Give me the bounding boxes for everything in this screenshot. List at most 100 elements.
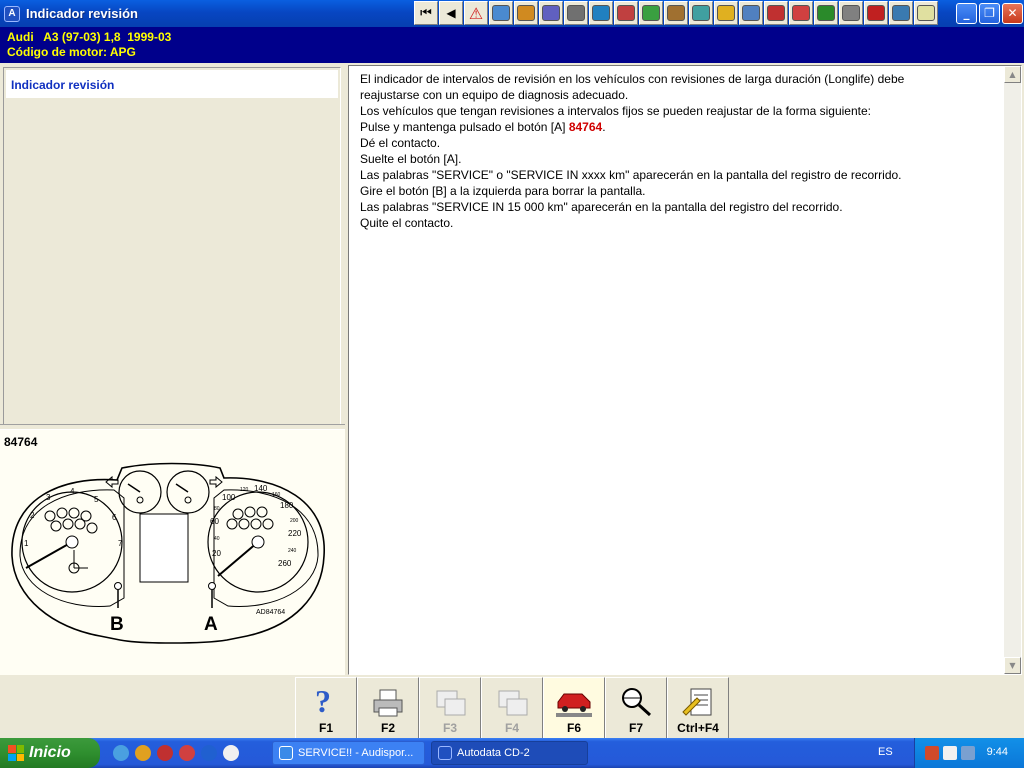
notes-toolbar-button[interactable] [914,1,938,25]
service-icon [817,5,835,21]
tools-toolbar-button[interactable] [514,1,538,25]
messenger-icon[interactable] [135,745,151,761]
gauge-toolbar-button[interactable] [839,1,863,25]
quick-launch [113,745,239,761]
vehicle-model: Audi A3 (97-03) 1,8 1999-03 [7,30,172,44]
task-label: Autodata CD-2 [457,747,530,759]
tacho-label: 3 [46,493,51,502]
language-indicator[interactable]: ES [878,746,893,758]
warning-toolbar-button[interactable]: ⚠ [464,1,488,25]
window-title: Indicador revisión [26,6,138,21]
topic-item[interactable]: Indicador revisión [6,70,338,98]
zone-icon[interactable] [943,746,957,760]
airbag-toolbar-button[interactable] [764,1,788,25]
tacho-label: 7 [118,539,123,548]
engine-toolbar-button[interactable] [539,1,563,25]
f6-label: F6 [566,721,581,735]
instructions-text: El indicador de intervalos de revisión e… [360,71,1000,231]
function-key-bar: ? F1 F2 F3 F4 F6 F7 Ctrl+F4 [295,677,729,739]
text-segment: Pulse y mantenga pulsado el botón [A] [360,120,569,134]
notes-icon [682,688,712,716]
scroll-down-button[interactable]: ▼ [1004,657,1021,674]
search-icon [622,688,652,717]
vertical-scrollbar[interactable]: ▲ ▼ [1004,66,1021,674]
radiator-toolbar-button[interactable] [739,1,763,25]
map-toolbar-button[interactable] [489,1,513,25]
volume-icon[interactable] [961,746,975,760]
injector-toolbar-button[interactable] [689,1,713,25]
hazard-toolbar-button[interactable] [864,1,888,25]
restore-button[interactable]: ❐ [979,3,1000,24]
system-tray: 9:44 [914,738,1024,768]
spark-toolbar-button[interactable] [589,1,613,25]
f6-button[interactable]: F6 [543,677,605,739]
diagram-number: 84764 [4,435,38,449]
ctrl-f4-button[interactable]: Ctrl+F4 [667,677,729,739]
button-a-label: A [204,614,218,635]
car-lift-toolbar-button[interactable] [664,1,688,25]
player-icon[interactable] [223,745,239,761]
text-line: Las palabras "SERVICE IN 15 000 km" apar… [360,200,843,214]
transmission-toolbar-button[interactable] [889,1,913,25]
car-lift-icon [667,5,685,21]
speedo-small-label: 240 [288,548,297,554]
speedo-label: 20 [212,549,221,558]
network-icon[interactable] [925,746,939,760]
wheel-toolbar-button[interactable] [564,1,588,25]
service-toolbar-button[interactable] [814,1,838,25]
figure-reference-link[interactable]: 84764 [569,120,602,134]
text-segment: . [602,120,606,134]
tacho-label: 1 [24,539,29,548]
injector-icon [692,5,710,21]
clock: 9:44 [986,746,1008,758]
brake-toolbar-button[interactable] [789,1,813,25]
tacho-label: 4 [70,487,75,496]
f1-label: F1 [318,721,333,735]
f7-label: F7 [628,721,643,735]
back-toolbar-button[interactable]: ◀ [439,1,463,25]
battery-toolbar-button[interactable] [614,1,638,25]
wheel-icon [567,5,585,21]
speedo-small-label: 160 [272,492,281,498]
copy-icon [436,690,466,716]
left-panel: Indicador revisión 84764 1 2 3 4 5 6 7 2… [0,63,345,675]
door-icon [642,5,660,21]
f7-search-button[interactable]: F7 [605,677,667,739]
scroll-up-button[interactable]: ▲ [1004,66,1021,83]
belt-icon [717,5,735,21]
speedo-label: 60 [210,517,219,526]
instrument-cluster-diagram: 1 2 3 4 5 6 7 20 60 100 140 180 220 260 [11,462,325,644]
browser-icon[interactable] [201,745,217,761]
vehicle-info-bar: Audi A3 (97-03) 1,8 1999-03 Código de mo… [0,27,1024,63]
minimize-button[interactable]: _ [956,3,977,24]
f1-help-button[interactable]: ? F1 [295,677,357,739]
gauge-icon [842,5,860,21]
diagram-panel: 84764 1 2 3 4 5 6 7 20 60 100 140 180 22… [0,430,345,675]
start-button[interactable]: Inicio [0,738,100,768]
speedo-small-label: 120 [240,487,249,493]
text-line: reajustarse con un equipo de diagnosis a… [360,88,629,102]
f3-label: F3 [442,721,457,735]
app-icon[interactable]: A [4,5,20,22]
taskbar-button-autodata[interactable]: Autodata CD-2 [431,741,588,765]
f3-button[interactable]: F3 [419,677,481,739]
ie-icon[interactable] [113,745,129,761]
first-toolbar-button[interactable]: ⏮ [414,1,438,25]
app-icon[interactable] [157,745,173,761]
toolbar: ⏮ ◀ ⚠ [414,1,938,25]
door-toolbar-button[interactable] [639,1,663,25]
notes-icon [917,5,935,21]
f2-print-button[interactable]: F2 [357,677,419,739]
print-icon [373,689,403,717]
f4-button[interactable]: F4 [481,677,543,739]
text-line: Las palabras "SERVICE" o "SERVICE IN xxx… [360,168,902,182]
media-icon[interactable] [179,745,195,761]
ie-icon [279,746,293,760]
belt-toolbar-button[interactable] [714,1,738,25]
close-button[interactable]: ✕ [1002,3,1023,24]
taskbar-button-browser[interactable]: SERVICE!! - Audispor... [272,741,425,765]
topic-list: Indicador revisión [3,67,341,425]
svg-text:?: ? [315,684,331,718]
text-line: Quite el contacto. [360,216,454,230]
button-b-label: B [110,614,124,635]
